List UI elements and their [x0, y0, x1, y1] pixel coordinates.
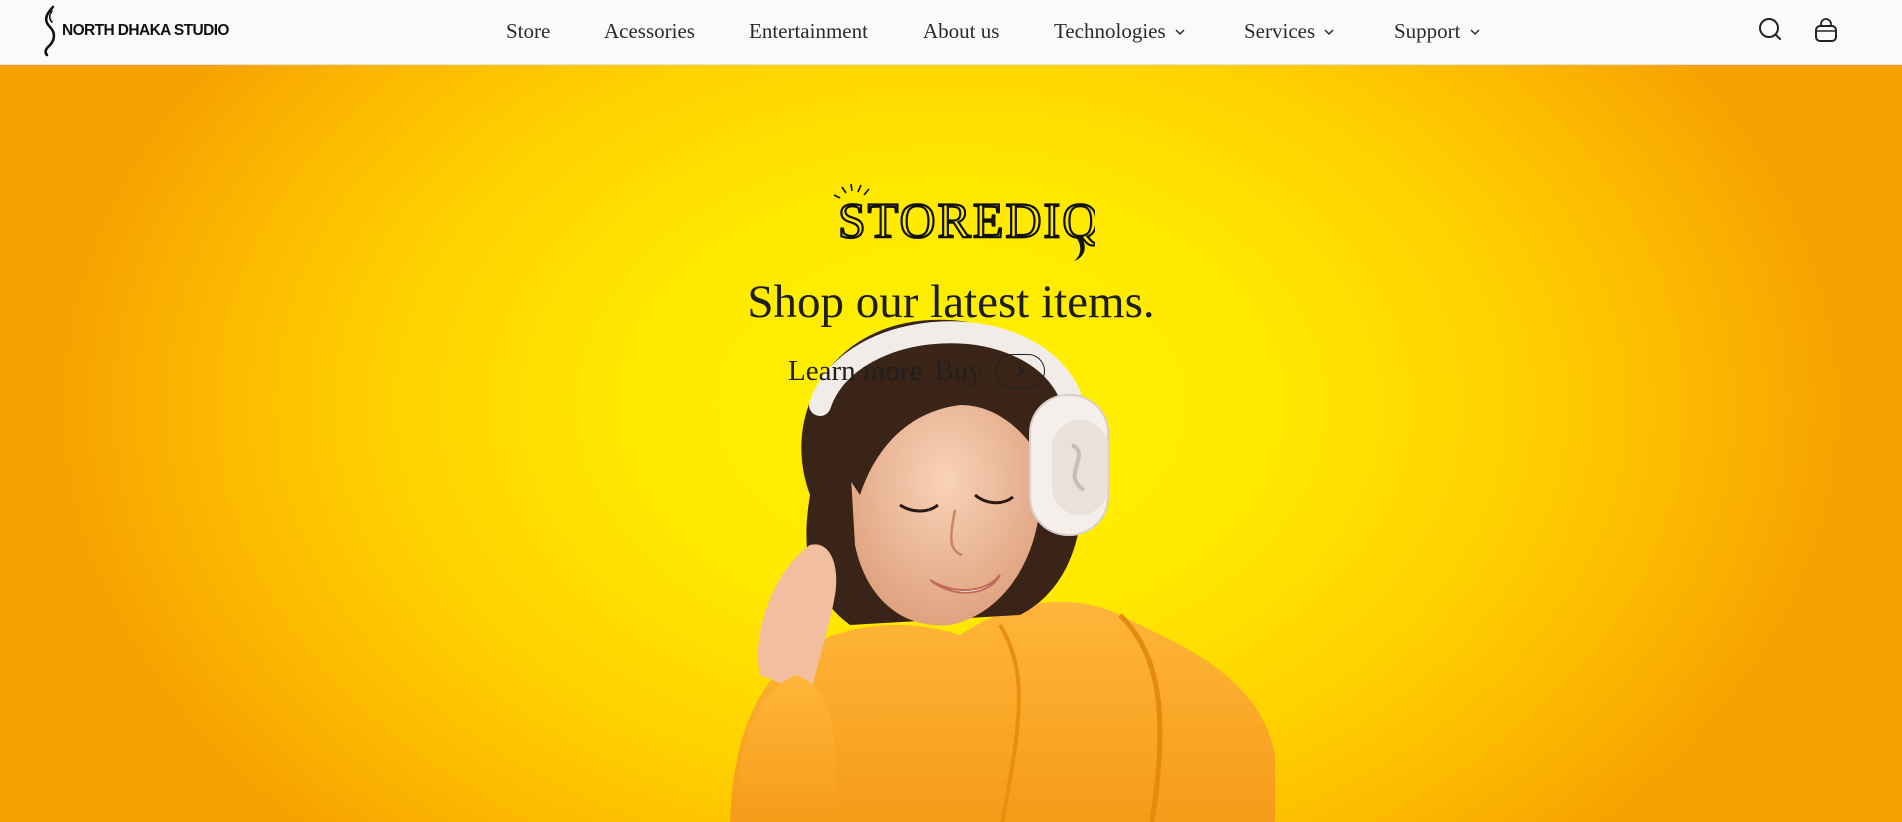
next-arrow-button[interactable]: [994, 354, 1045, 388]
main-nav: Store Acessories Entertainment About us …: [0, 0, 1902, 64]
site-header: NORTH DHAKA STUDIO Store Acessories Ente…: [0, 0, 1902, 65]
learn-more-link[interactable]: Learn more: [788, 355, 922, 388]
brand-art-text: STOREDIQ: [838, 192, 1095, 248]
nav-store[interactable]: Store: [506, 19, 550, 44]
chevron-down-icon: [1175, 28, 1185, 35]
nav-support[interactable]: Support: [1394, 19, 1481, 44]
nav-support-label: Support: [1394, 19, 1461, 43]
nav-entertainment-label: Entertainment: [749, 19, 868, 43]
nav-technologies-label: Technologies: [1054, 19, 1166, 43]
chevron-down-icon: [1469, 28, 1480, 35]
hero-cta-group: Learn more Buy: [788, 351, 1045, 391]
nav-about-us-label: About us: [923, 19, 1000, 43]
bag-icon[interactable]: [1812, 16, 1840, 44]
nav-services[interactable]: Services: [1244, 19, 1335, 44]
search-icon[interactable]: [1756, 16, 1784, 44]
buy-link[interactable]: Buy: [934, 355, 982, 388]
nav-acessories[interactable]: Acessories: [604, 19, 695, 44]
hero-banner: STOREDIQ Shop our latest items. Learn mo…: [0, 65, 1902, 822]
nav-entertainment[interactable]: Entertainment: [749, 19, 868, 44]
nav-services-label: Services: [1244, 19, 1316, 43]
chevron-down-icon: [1324, 28, 1334, 35]
nav-technologies[interactable]: Technologies: [1054, 19, 1186, 44]
hero-headline: Shop our latest items.: [747, 276, 1155, 328]
storediq-brand-art: STOREDIQ: [833, 183, 1095, 261]
nav-about-us[interactable]: About us: [923, 19, 999, 44]
chevron-right-icon: [1017, 365, 1024, 377]
nav-store-label: Store: [506, 19, 551, 43]
nav-acessories-label: Acessories: [604, 19, 695, 43]
